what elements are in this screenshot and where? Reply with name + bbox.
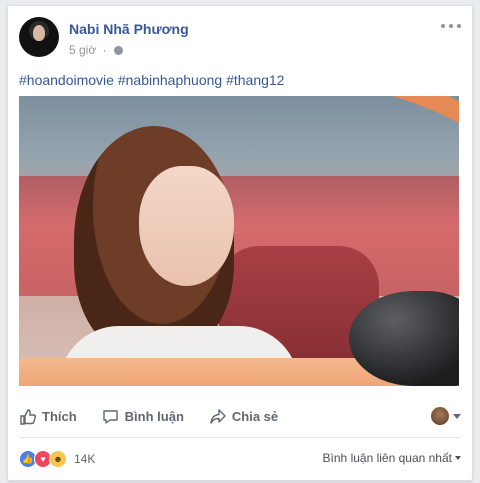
post-meta: 5 giờ · [69, 43, 123, 57]
divider [19, 437, 461, 438]
thumbs-up-icon [20, 408, 36, 425]
comment-icon [102, 409, 118, 424]
dot [457, 24, 461, 28]
post-photo[interactable] [19, 96, 459, 386]
meta-separator: · [102, 43, 107, 57]
reaction-count: 14K [74, 452, 96, 466]
globe-icon [113, 46, 123, 55]
caret-down-icon [455, 456, 461, 460]
reactions-summary[interactable]: 👍 ♥ ☻ 14K [19, 448, 95, 470]
viewer-avatar [431, 407, 449, 425]
like-label: Thích [42, 408, 77, 424]
comment-sort-dropdown[interactable]: Bình luận liên quan nhất [323, 451, 461, 465]
post-hashtags[interactable]: #hoandoimovie #nabinhaphuong #thang12 [19, 72, 284, 88]
post-time[interactable]: 5 giờ [69, 43, 96, 57]
dot [441, 24, 445, 28]
share-icon [210, 408, 226, 424]
like-button[interactable]: Thích [19, 408, 77, 425]
comment-button[interactable]: Bình luận [102, 408, 184, 425]
share-button[interactable]: Chia sẻ [209, 408, 278, 425]
avatar-face [33, 25, 45, 41]
dot [449, 24, 453, 28]
post-as-selector[interactable] [431, 407, 461, 425]
post-header: Nabi Nhã Phương 5 giờ · [19, 17, 461, 61]
post-card: Nabi Nhã Phương 5 giờ · #hoandoimovie #n… [7, 5, 473, 481]
chevron-down-icon [453, 413, 461, 419]
author-name[interactable]: Nabi Nhã Phương [69, 21, 189, 37]
author-avatar[interactable] [19, 17, 59, 57]
haha-reaction-icon: ☻ [49, 450, 67, 468]
share-label: Chia sẻ [231, 408, 279, 424]
post-actions: Thích Bình luận Chia sẻ [19, 404, 461, 428]
comment-label: Bình luận [124, 408, 184, 424]
comment-sort-label: Bình luận liên quan nhất [322, 451, 452, 465]
more-options-icon[interactable] [441, 19, 461, 33]
